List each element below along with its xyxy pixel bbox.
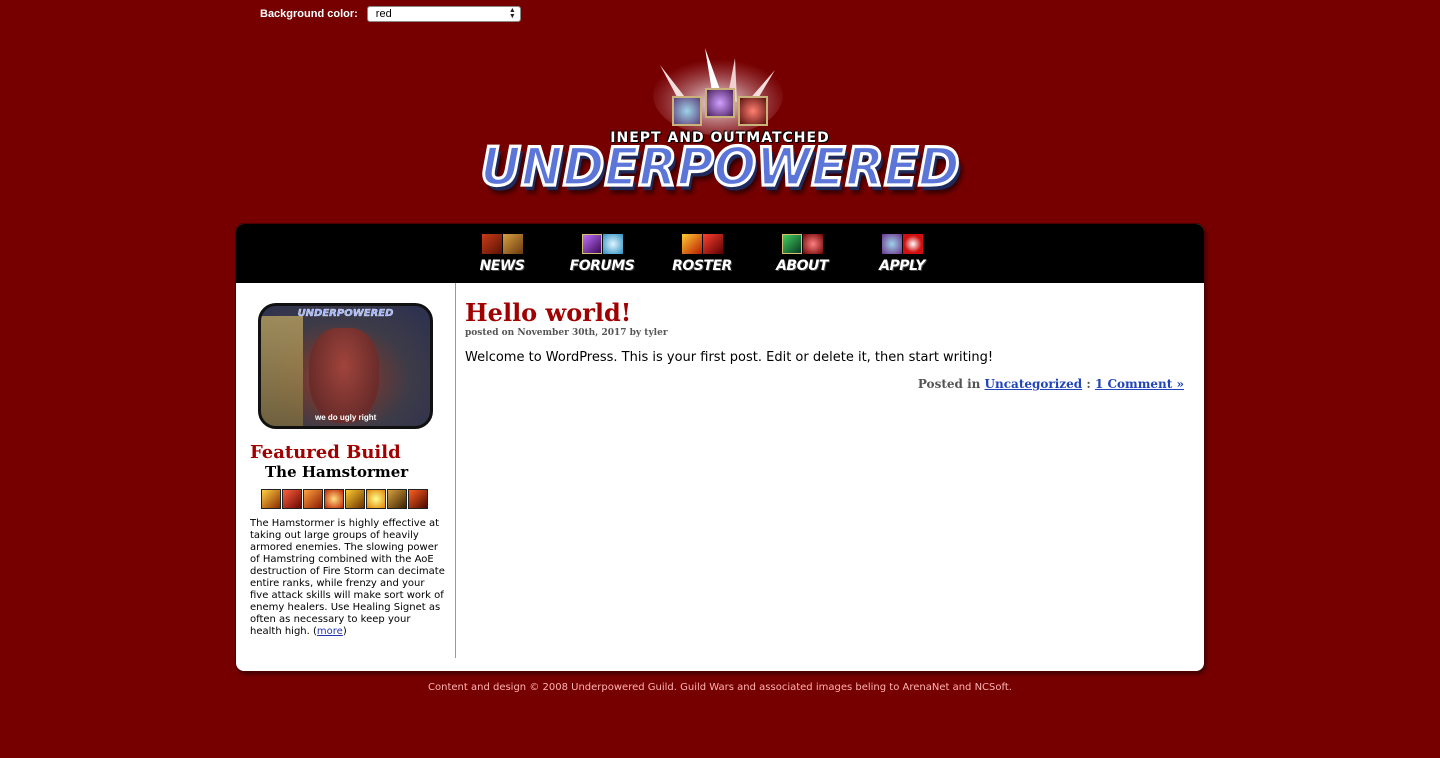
main-nav: NEWS FORUMS ROSTER ABOUT APPLY [236, 224, 1204, 283]
background-color-label: Background color: [260, 8, 358, 20]
nav-item-news[interactable]: NEWS [467, 234, 537, 274]
claw-icon [702, 234, 723, 254]
build-description-text: The Hamstormer is highly effective at ta… [250, 518, 445, 637]
category-link[interactable]: Uncategorized [985, 377, 1083, 391]
footer-separator: : [1086, 377, 1091, 391]
background-color-control: Background color: red ▲ ▼ [260, 5, 521, 23]
nav-item-roster[interactable]: ROSTER [667, 234, 737, 274]
site-footer: Content and design © 2008 Underpowered G… [428, 682, 1012, 693]
nav-item-apply[interactable]: APPLY [867, 234, 937, 274]
sidebar: UNDERPOWERED we do ugly right Featured B… [236, 283, 456, 658]
background-color-select[interactable]: red ▲ ▼ [366, 6, 521, 22]
skill-slot-6-icon [366, 489, 386, 509]
skill-slot-5-icon [345, 489, 365, 509]
skill-slot-2-icon [282, 489, 302, 509]
nav-item-forums[interactable]: FORUMS [567, 234, 637, 274]
build-description: The Hamstormer is highly effective at ta… [250, 518, 445, 637]
select-arrows-icon: ▲ ▼ [508, 7, 516, 20]
skill-slot-3-icon [303, 489, 323, 509]
skill-fire-icon [738, 96, 768, 126]
skill-slot-8-icon [408, 489, 428, 509]
featured-portrait-image: UNDERPOWERED we do ugly right [258, 303, 433, 429]
build-name: The Hamstormer [265, 463, 409, 481]
skill-slot-4-icon [324, 489, 344, 509]
post-body: Welcome to WordPress. This is your first… [465, 350, 994, 365]
nav-label-roster: ROSTER [672, 258, 732, 274]
build-skill-bar [261, 489, 428, 509]
background-color-value: red [375, 8, 392, 20]
featured-build-heading: Featured Build [250, 442, 401, 463]
content-frame: NEWS FORUMS ROSTER ABOUT APPLY UNDERPOWE… [236, 224, 1204, 671]
portrait-caption: we do ugly right [315, 413, 377, 422]
skill-slot-7-icon [387, 489, 407, 509]
blood-icon [802, 234, 823, 254]
logo-wordmark: UNDERPOWERED [479, 135, 961, 199]
nav-label-apply: APPLY [879, 258, 925, 274]
orb-icon [881, 234, 902, 254]
post-footer: Posted in Uncategorized : 1 Comment » [918, 377, 1184, 391]
more-link[interactable]: more [317, 626, 343, 637]
skill-orb-icon [672, 96, 702, 126]
site-logo[interactable]: INEPT AND OUTMATCHED UNDERPOWERED [395, 40, 1050, 215]
nav-label-forums: FORUMS [569, 258, 635, 274]
post-title[interactable]: Hello world! [465, 298, 631, 327]
shadow-icon [581, 234, 602, 254]
swirl-icon [602, 234, 623, 254]
demon-icon [481, 234, 502, 254]
comments-link[interactable]: 1 Comment » [1095, 377, 1184, 391]
skill-shadow-icon [705, 88, 735, 118]
nav-label-news: NEWS [479, 258, 525, 274]
warrior-icon [502, 234, 523, 254]
portrait-brand: UNDERPOWERED [297, 308, 394, 319]
nature-icon [781, 234, 802, 254]
nav-item-about[interactable]: ABOUT [767, 234, 837, 274]
nav-label-about: ABOUT [776, 258, 828, 274]
posted-in-label: Posted in [917, 377, 981, 391]
fireball-icon [902, 234, 923, 254]
skill-slot-1-icon [261, 489, 281, 509]
post-meta: posted on November 30th, 2017 by tyler [465, 328, 668, 338]
fire-icon [681, 234, 702, 254]
